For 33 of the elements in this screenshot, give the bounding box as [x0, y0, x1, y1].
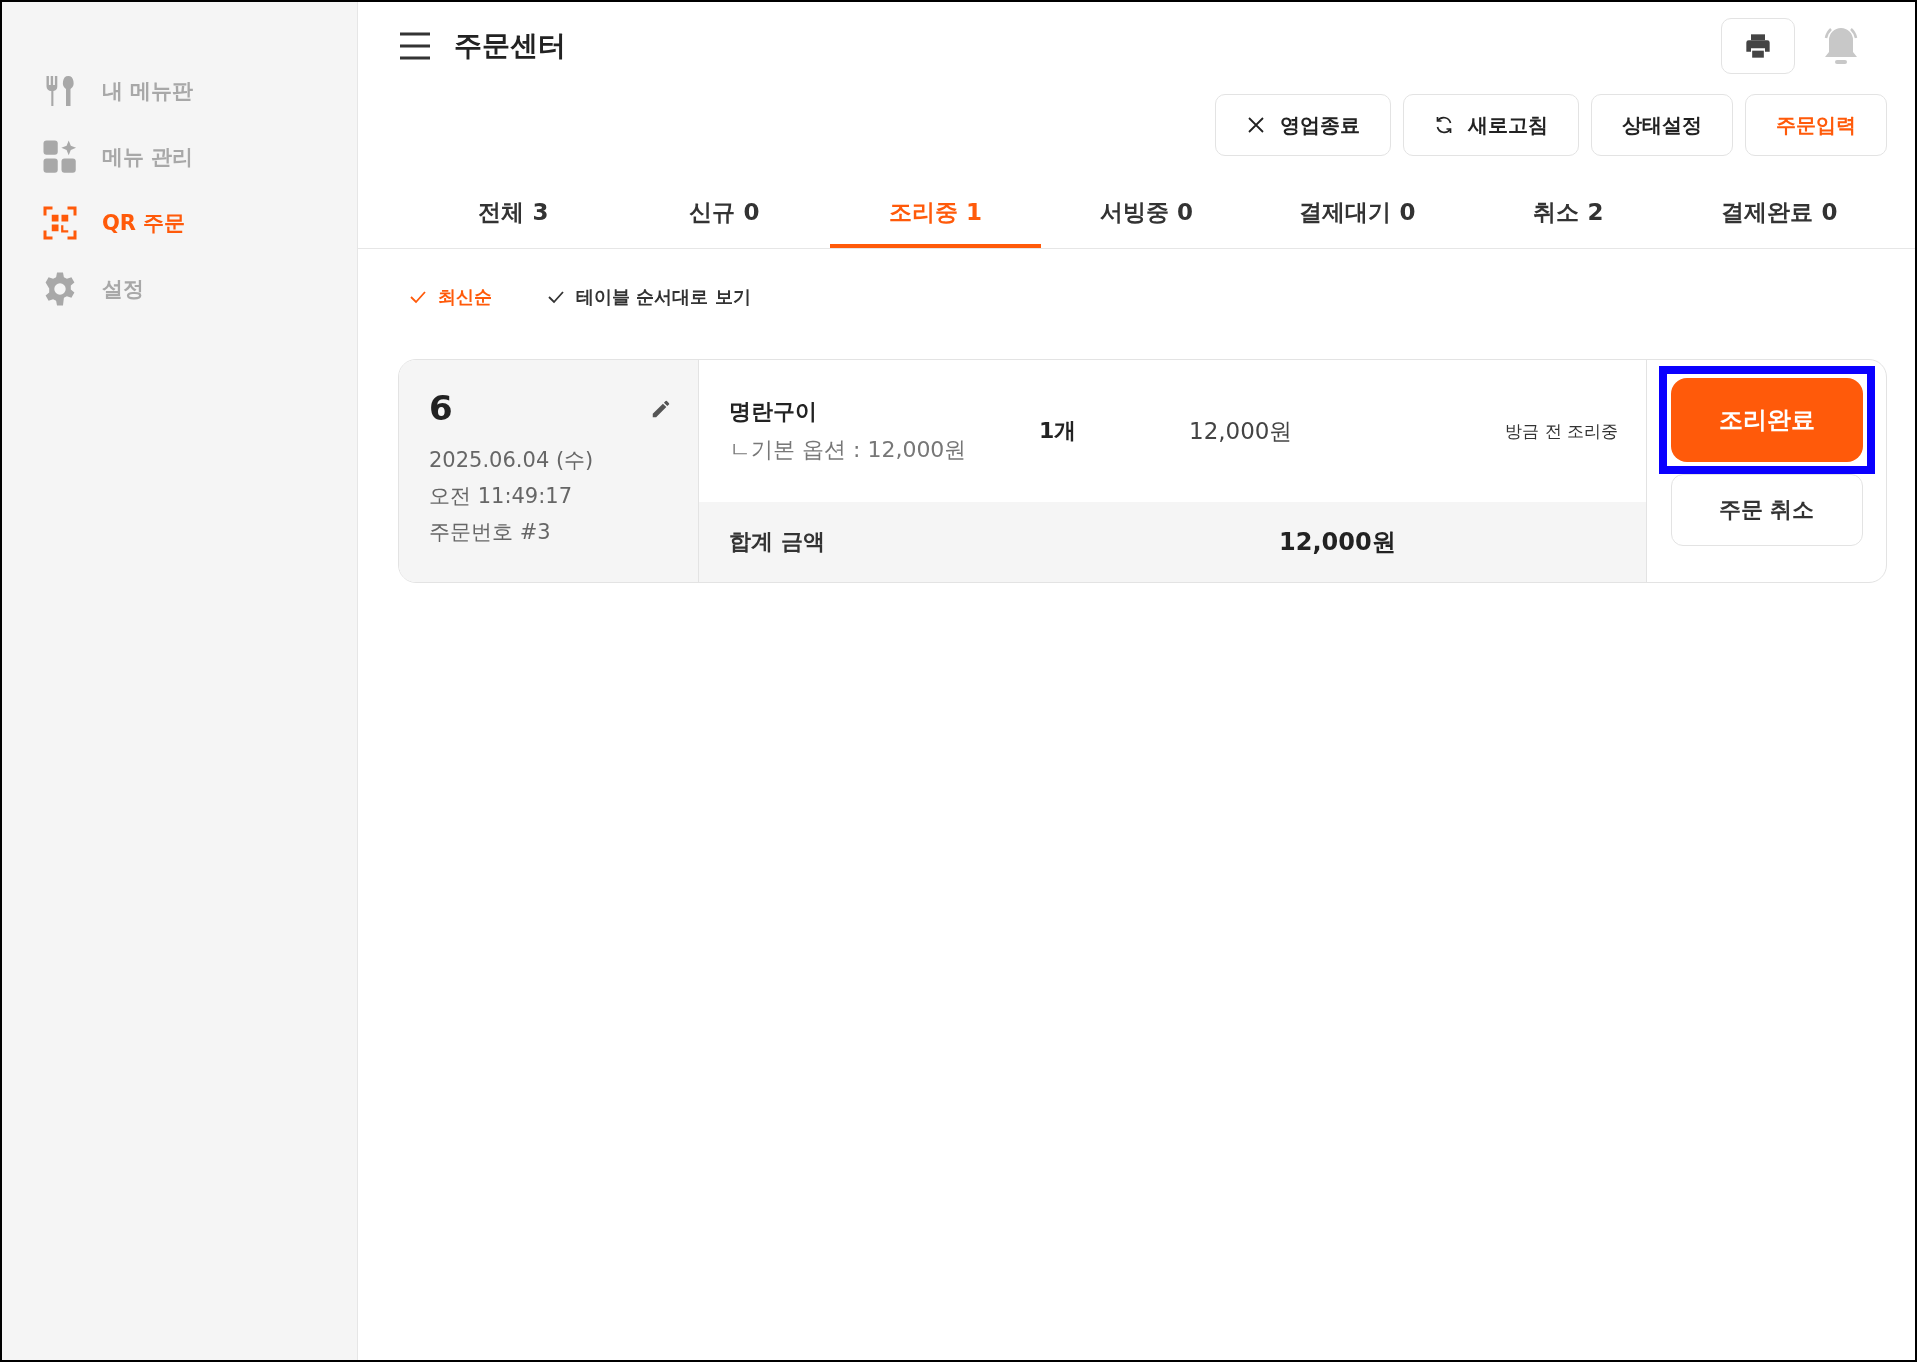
printer-icon: [1744, 32, 1772, 60]
print-button[interactable]: [1721, 18, 1795, 74]
order-number: 주문번호 #3: [429, 519, 552, 546]
status-tab[interactable]: 취소 2: [1463, 180, 1674, 248]
toolbar-button[interactable]: 새로고침: [1403, 94, 1579, 156]
cancel-order-button[interactable]: 주문 취소: [1670, 474, 1863, 546]
order-time: 오전 11:49:17: [429, 483, 573, 510]
qr-code-icon: [42, 205, 78, 241]
status-tab[interactable]: 신규 0: [619, 180, 830, 248]
item-quantity: 1개: [1039, 417, 1078, 445]
grid-icon: [42, 139, 78, 175]
page-title: 주문센터: [454, 28, 567, 64]
status-tab[interactable]: 전체 3: [408, 180, 619, 248]
pencil-icon[interactable]: [650, 398, 672, 420]
order-date: 2025.06.04 (수): [429, 447, 595, 474]
total-label: 합계 금액: [729, 528, 826, 556]
close-icon: [1246, 115, 1266, 135]
check-icon: [410, 290, 426, 304]
toolbar-button[interactable]: 상태설정: [1591, 94, 1733, 156]
status-tab[interactable]: 결제완료 0: [1674, 180, 1885, 248]
sort-option[interactable]: 테이블 순서대로 보기: [548, 285, 751, 309]
item-status: 방금 전 조리중: [1504, 419, 1618, 443]
status-tab[interactable]: 서빙중 0: [1041, 180, 1252, 248]
refresh-icon: [1434, 115, 1454, 135]
menu-icon[interactable]: [398, 31, 432, 61]
item-name: 명란구이: [729, 398, 818, 426]
toolbar-button[interactable]: 영업종료: [1215, 94, 1391, 156]
item-option: ㄴ기본 옵션 : 12,000원: [729, 435, 1039, 465]
check-icon: [548, 290, 564, 304]
total-amount: 12,000원: [1279, 527, 1396, 558]
status-tab[interactable]: 결제대기 0: [1252, 180, 1463, 248]
item-price: 12,000원: [1189, 416, 1294, 446]
table-number: 6: [429, 388, 453, 428]
